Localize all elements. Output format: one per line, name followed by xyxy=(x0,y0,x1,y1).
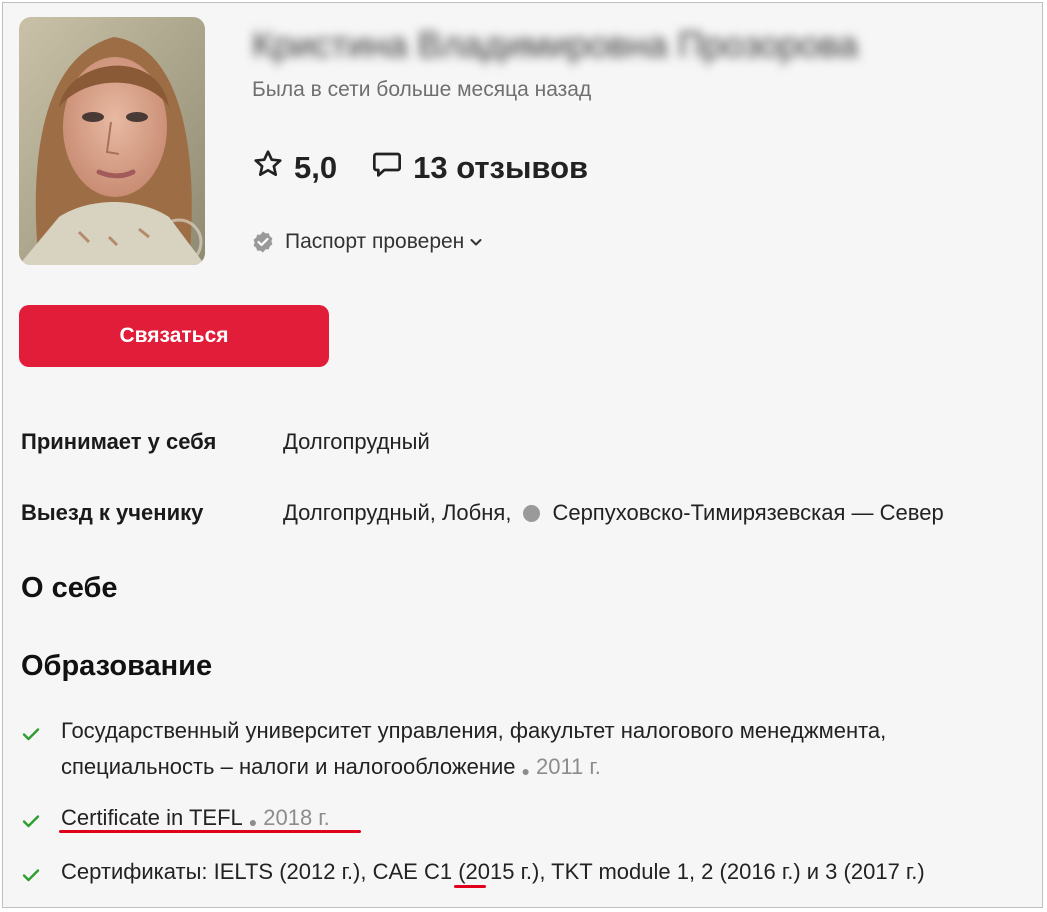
rating-value: 5,0 xyxy=(294,150,338,185)
education-year: 2018 г. xyxy=(263,805,330,830)
certificates-text-end: (2015 г.), TKT module 1, 2 (2016 г.) и 3… xyxy=(452,859,925,884)
passport-verified-toggle[interactable]: Паспорт проверен xyxy=(251,230,484,254)
annotation-underline xyxy=(454,885,486,888)
education-text: Государственный университет управления, … xyxy=(61,713,1031,787)
education-item: Сертификаты: IELTS (2012 г.), CAE C1 (20… xyxy=(21,854,1031,896)
check-icon xyxy=(21,800,61,842)
visit-student-row: Выезд к ученику Долгопрудный, Лобня, Сер… xyxy=(21,498,944,528)
about-heading: О себе xyxy=(21,572,118,604)
dot-separator: ● xyxy=(521,763,530,779)
profile-card: Кристина Владимировна Прозорова Была в с… xyxy=(2,2,1043,908)
contact-button[interactable]: Связаться xyxy=(19,305,329,367)
certificates-text-start: Сертификаты: IELTS (2012 г.), CAE xyxy=(61,859,424,884)
profile-photo xyxy=(19,17,205,265)
reviews-link[interactable]: 13 отзывов xyxy=(371,148,588,188)
reviews-count: 13 отзывов xyxy=(413,150,589,185)
last-seen-status: Была в сети больше месяца назад xyxy=(252,78,592,101)
education-text: Certificate in TEFL ● 2018 г. xyxy=(61,800,1031,842)
education-year: 2011 г. xyxy=(535,754,601,779)
visit-student-label: Выезд к ученику xyxy=(21,500,204,525)
speech-bubble-icon xyxy=(371,148,413,188)
dot-separator: ● xyxy=(248,814,258,830)
home-lessons-label: Принимает у себя xyxy=(21,429,217,454)
verified-badge-icon xyxy=(251,230,275,254)
annotation-underline xyxy=(59,830,361,833)
education-item: Государственный университет управления, … xyxy=(21,713,1031,787)
rating: 5,0 xyxy=(252,148,337,188)
education-item: Certificate in TEFL ● 2018 г. xyxy=(21,800,1031,842)
passport-label: Паспорт проверен xyxy=(285,230,465,253)
star-icon xyxy=(252,148,294,188)
check-icon xyxy=(21,854,61,896)
visit-cities: Долгопрудный, Лобня, xyxy=(283,500,512,525)
chevron-down-icon xyxy=(468,234,484,250)
education-line-2: специальность – налоги и налогообложение xyxy=(61,754,516,779)
check-icon xyxy=(21,713,61,787)
certificate-level: C1 xyxy=(423,859,453,884)
home-lessons-row: Принимает у себя Долгопрудный xyxy=(21,427,430,457)
metro-station: Серпуховско-Тимирязевская — Север xyxy=(552,500,944,525)
metro-line-icon xyxy=(523,504,541,522)
education-title: Certificate in TEFL xyxy=(61,805,243,830)
education-text: Сертификаты: IELTS (2012 г.), CAE C1 (20… xyxy=(61,854,1031,896)
tutor-name: Кристина Владимировна Прозорова xyxy=(252,24,859,65)
home-lessons-value: Долгопрудный xyxy=(283,429,430,454)
visit-student-values: Долгопрудный, Лобня, Серпуховско-Тимиряз… xyxy=(283,500,944,526)
education-heading: Образование xyxy=(21,650,213,682)
education-line-1: Государственный университет управления, … xyxy=(61,718,887,743)
rating-stats: 5,0 13 отзывов xyxy=(252,148,588,188)
